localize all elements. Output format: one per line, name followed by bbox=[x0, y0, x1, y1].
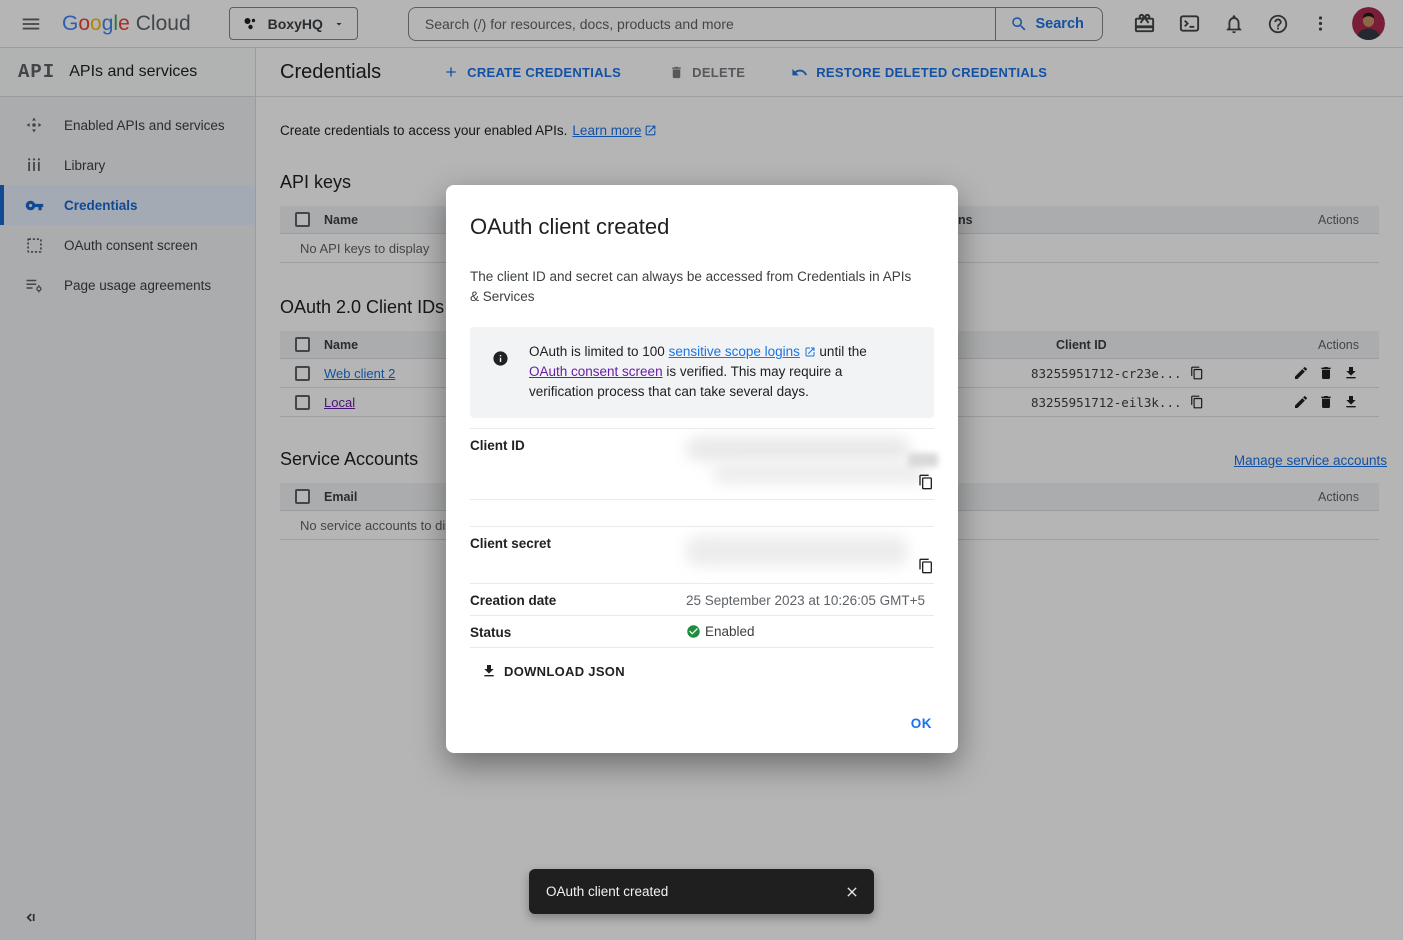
close-icon[interactable] bbox=[844, 884, 860, 900]
client-id-row: Client ID bbox=[470, 428, 934, 499]
snackbar-message: OAuth client created bbox=[546, 884, 668, 899]
info-icon bbox=[492, 350, 509, 402]
external-link-icon bbox=[804, 346, 816, 358]
oauth-client-created-dialog: OAuth client created The client ID and s… bbox=[446, 185, 958, 753]
creation-date-value: 25 September 2023 at 10:26:05 GMT+5 bbox=[686, 591, 925, 608]
oauth-consent-screen-link[interactable]: OAuth consent screen bbox=[529, 364, 663, 379]
ok-button[interactable]: OK bbox=[911, 716, 932, 731]
check-circle-icon bbox=[686, 624, 701, 639]
sensitive-scope-logins-link[interactable]: sensitive scope logins bbox=[669, 344, 800, 359]
dialog-detail-rows: Client ID Client secret Creation date 25… bbox=[470, 428, 934, 648]
creation-date-row: Creation date 25 September 2023 at 10:26… bbox=[470, 583, 934, 615]
client-id-redacted-value bbox=[686, 436, 934, 492]
copy-icon[interactable] bbox=[918, 558, 934, 574]
client-secret-row: Client secret bbox=[470, 526, 934, 583]
client-secret-redacted-value bbox=[686, 534, 934, 576]
download-icon bbox=[481, 663, 497, 679]
dialog-title: OAuth client created bbox=[470, 214, 934, 240]
copy-icon[interactable] bbox=[918, 474, 934, 490]
status-row: Status Enabled bbox=[470, 615, 934, 647]
verification-notice: OAuth is limited to 100 sensitive scope … bbox=[470, 327, 934, 418]
download-json-button[interactable]: DOWNLOAD JSON bbox=[481, 663, 625, 679]
verification-notice-text: OAuth is limited to 100 sensitive scope … bbox=[529, 342, 901, 402]
dialog-body-text: The client ID and secret can always be a… bbox=[470, 267, 920, 307]
snackbar: OAuth client created bbox=[529, 869, 874, 914]
status-badge: Enabled bbox=[686, 623, 755, 639]
